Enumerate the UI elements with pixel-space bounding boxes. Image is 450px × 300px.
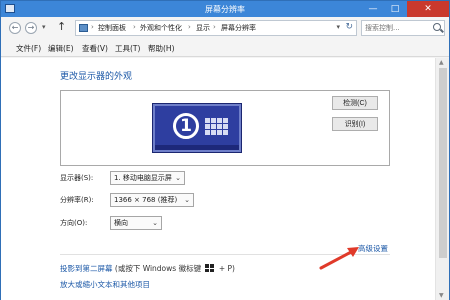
chevron-down-icon: ⌄: [175, 174, 181, 182]
menu-bar: 文件(F) 编辑(E) 查看(V) 工具(T) 帮助(H): [1, 39, 449, 57]
forward-icon[interactable]: →: [25, 22, 37, 34]
project-hint-suffix: + P): [218, 264, 235, 273]
breadcrumb-item[interactable]: 显示: [196, 23, 210, 33]
project-hint-text: (或按下 Windows 徽标键: [114, 264, 202, 273]
display-select[interactable]: 1. 移动电脑显示屏 ⌄: [110, 171, 185, 185]
monitor-tiles: [205, 118, 229, 138]
monitor-taskbar: [155, 145, 239, 150]
detect-button[interactable]: 检测(C): [332, 96, 378, 110]
breadcrumb-item[interactable]: 屏幕分辨率: [221, 23, 256, 33]
breadcrumb[interactable]: › 控制面板 › 外观和个性化 › 显示 › 屏幕分辨率 ▾ ↻: [75, 20, 357, 36]
vertical-scrollbar[interactable]: ▲ ▼: [435, 58, 449, 300]
breadcrumb-separator: ›: [213, 23, 216, 31]
back-icon[interactable]: ←: [9, 22, 21, 34]
refresh-icon[interactable]: ↻: [345, 22, 353, 32]
page-title: 更改显示器的外观: [60, 72, 133, 82]
menu-view[interactable]: 查看(V): [82, 43, 108, 54]
search-box[interactable]: [361, 20, 445, 36]
chevron-down-icon: ⌄: [184, 196, 190, 204]
chevron-down-icon[interactable]: ▾: [336, 23, 340, 31]
address-bar: ← → ▾ ↑ › 控制面板 › 外观和个性化 › 显示 › 屏幕分辨率 ▾ ↻: [1, 17, 449, 39]
annotation-arrow-icon: [319, 247, 359, 270]
search-icon[interactable]: [433, 23, 441, 31]
windows-logo-icon: [205, 264, 215, 272]
monitor-number: 1: [173, 113, 199, 139]
scrollbar-thumb[interactable]: [439, 68, 447, 258]
breadcrumb-separator: ›: [133, 23, 136, 31]
breadcrumb-item[interactable]: 控制面板: [98, 23, 126, 33]
menu-edit[interactable]: 编辑(E): [48, 43, 74, 54]
menu-tools[interactable]: 工具(T): [115, 43, 140, 54]
up-arrow-icon[interactable]: ↑: [57, 20, 66, 33]
screen-resolution-window: 屏幕分辨率 — □ ✕ ← → ▾ ↑ › 控制面板 › 外观和个性化 › 显示…: [0, 0, 450, 300]
display-label: 显示器(S):: [60, 174, 94, 182]
title-bar[interactable]: 屏幕分辨率 — □ ✕: [1, 1, 449, 17]
orientation-select-value: 横向: [114, 219, 128, 227]
minimize-button[interactable]: —: [363, 1, 383, 17]
monitor-icon[interactable]: 1: [152, 103, 242, 153]
breadcrumb-separator: ›: [188, 23, 191, 31]
display-select-value: 1. 移动电脑显示屏: [114, 174, 172, 182]
control-panel-icon: [79, 24, 88, 32]
display-preview: 1 检测(C) 识别(I): [60, 90, 390, 166]
project-row: 投影到第二屏幕 (或按下 Windows 徽标键 + P): [60, 263, 235, 274]
breadcrumb-item[interactable]: 外观和个性化: [140, 23, 182, 33]
maximize-button[interactable]: □: [385, 1, 405, 17]
orientation-select[interactable]: 横向 ⌄: [110, 216, 162, 230]
resolution-select[interactable]: 1366 × 768 (推荐) ⌄: [110, 193, 194, 207]
orientation-label: 方向(O):: [60, 219, 88, 227]
main-content: 更改显示器的外观 1 检测(C) 识别(I) 显示器(S): 1. 移动电脑显示…: [1, 58, 435, 300]
chevron-down-icon: ⌄: [152, 219, 158, 227]
search-input[interactable]: [362, 21, 428, 35]
scroll-up-icon[interactable]: ▲: [439, 59, 444, 66]
breadcrumb-separator: ›: [91, 23, 94, 31]
recent-pages-chevron-icon[interactable]: ▾: [42, 23, 46, 31]
scroll-down-icon[interactable]: ▼: [439, 292, 444, 299]
close-button[interactable]: ✕: [407, 1, 449, 17]
project-second-screen-link[interactable]: 投影到第二屏幕: [60, 264, 113, 273]
menu-help[interactable]: 帮助(H): [148, 43, 175, 54]
resolution-select-value: 1366 × 768 (推荐): [114, 196, 178, 204]
identify-button[interactable]: 识别(I): [332, 117, 378, 131]
text-size-link[interactable]: 放大或缩小文本和其他项目: [60, 279, 150, 290]
resolution-label: 分辨率(R):: [60, 196, 94, 204]
menu-file[interactable]: 文件(F): [16, 43, 41, 54]
